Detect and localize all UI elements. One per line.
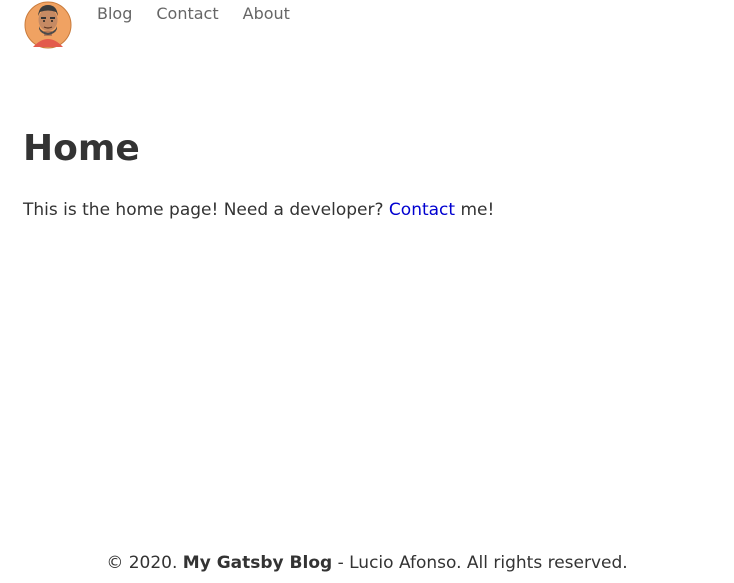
site-header: Blog Contact About (24, 0, 314, 52)
page: Blog Contact About Home This is the home… (0, 0, 734, 583)
page-title: Home (23, 128, 140, 169)
nav-link-blog[interactable]: Blog (97, 4, 132, 24)
main-content: Home This is the home page! Need a devel… (23, 125, 713, 221)
contact-link[interactable]: Contact (389, 200, 455, 220)
nav-link-contact[interactable]: Contact (156, 4, 218, 24)
site-footer: © 2020. My Gatsby Blog - Lucio Afonso. A… (0, 551, 734, 575)
intro-text-start: This is the home page! Need a developer? (23, 200, 389, 220)
main-nav: Blog Contact About (97, 4, 314, 24)
nav-link-about[interactable]: About (243, 4, 290, 24)
avatar-icon[interactable] (24, 0, 72, 50)
footer-copyright: © 2020. (106, 553, 183, 573)
footer-rights: - Lucio Afonso. All rights reserved. (332, 553, 628, 573)
footer-site-name: My Gatsby Blog (182, 553, 333, 573)
intro-text-end: me! (455, 200, 495, 220)
intro-text: This is the home page! Need a developer?… (23, 199, 713, 221)
